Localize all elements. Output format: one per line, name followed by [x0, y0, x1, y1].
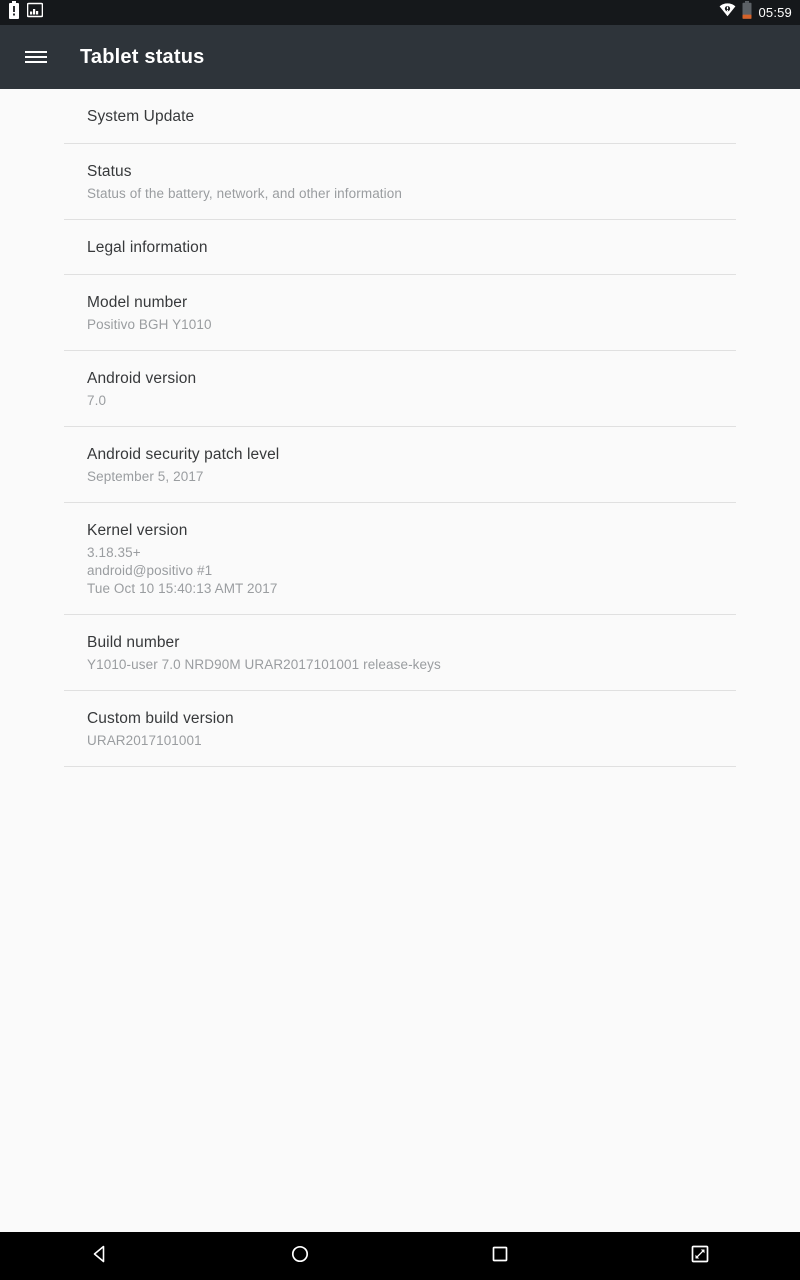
list-item-legal-information[interactable]: Legal information [64, 220, 736, 275]
list-item-system-update[interactable]: System Update [64, 89, 736, 144]
nav-home-button[interactable] [200, 1232, 400, 1280]
list-item-model-number[interactable]: Model number Positivo BGH Y1010 [64, 275, 736, 351]
list-item-status[interactable]: Status Status of the battery, network, a… [64, 144, 736, 220]
list-item-title: Kernel version [87, 522, 188, 539]
battery-low-icon [742, 1, 752, 24]
list-item-title: Custom build version [87, 710, 234, 727]
list-item-title: Model number [87, 294, 188, 311]
hamburger-line [25, 56, 47, 58]
back-triangle-icon [89, 1243, 111, 1270]
wifi-no-internet-icon [719, 3, 736, 22]
screenshot-capture-icon [689, 1243, 711, 1270]
list-item-summary: Y1010-user 7.0 NRD90M URAR2017101001 rel… [87, 657, 441, 672]
nav-recents-button[interactable] [400, 1232, 600, 1280]
recents-square-icon [489, 1243, 511, 1270]
list-item-build-number[interactable]: Build number Y1010-user 7.0 NRD90M URAR2… [64, 615, 736, 691]
list-item-custom-build-version[interactable]: Custom build version URAR2017101001 [64, 691, 736, 767]
battery-alert-icon [8, 1, 20, 24]
list-item-title: Legal information [87, 239, 208, 256]
screenshot-notification-icon [26, 2, 44, 23]
hamburger-line [25, 51, 47, 53]
list-item-summary: URAR2017101001 [87, 733, 202, 748]
list-item-android-version[interactable]: Android version 7.0 [64, 351, 736, 427]
navigation-bar [0, 1232, 800, 1280]
list-item-title: Android security patch level [87, 446, 280, 463]
list-item-title: Android version [87, 370, 197, 387]
status-bar: 05:59 [0, 0, 800, 25]
list-item-android-security-patch-level[interactable]: Android security patch level September 5… [64, 427, 736, 503]
home-circle-icon [289, 1243, 311, 1270]
list-item-title: Build number [87, 634, 180, 651]
list-item-kernel-version[interactable]: Kernel version 3.18.35+ android@positivo… [64, 503, 736, 615]
nav-screenshot-button[interactable] [600, 1232, 800, 1280]
list-item-summary: Positivo BGH Y1010 [87, 317, 212, 332]
settings-list: System Update Status Status of the batte… [0, 89, 800, 1232]
app-bar: Tablet status [0, 25, 800, 89]
list-item-summary: 3.18.35+ android@positivo #1 Tue Oct 10 … [87, 545, 278, 596]
status-bar-left-icons [8, 1, 44, 24]
nav-back-button[interactable] [0, 1232, 200, 1280]
hamburger-line [25, 61, 47, 63]
list-item-title: Status [87, 163, 132, 180]
hamburger-menu-icon[interactable] [12, 33, 60, 81]
status-bar-right-area: 05:59 [719, 1, 792, 24]
list-item-title: System Update [87, 108, 195, 125]
page-title: Tablet status [80, 45, 205, 68]
list-item-summary: 7.0 [87, 393, 107, 408]
status-bar-clock: 05:59 [758, 5, 792, 20]
list-item-summary: Status of the battery, network, and othe… [87, 186, 402, 201]
list-item-summary: September 5, 2017 [87, 469, 204, 484]
